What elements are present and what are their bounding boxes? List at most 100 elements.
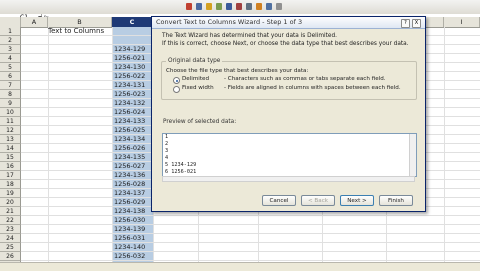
dialog-title: Convert Text to Columns Wizard - Step 1 … xyxy=(156,18,303,26)
back-button[interactable]: < Back xyxy=(301,195,335,206)
toolbar-icon-7[interactable] xyxy=(246,3,252,10)
row-header[interactable]: 9 xyxy=(0,99,21,108)
next-button[interactable]: Next > xyxy=(340,195,374,206)
radio-fixed-width[interactable] xyxy=(173,86,180,93)
row-header[interactable]: 18 xyxy=(0,180,21,189)
row-header[interactable]: 4 xyxy=(0,54,21,63)
corner-select-all[interactable] xyxy=(0,17,21,27)
row-header[interactable]: 19 xyxy=(0,189,21,198)
row-header[interactable]: 24 xyxy=(0,234,21,243)
data-preview[interactable]: 1 2 3 4 5 1234-129 6 1256-021 xyxy=(162,133,417,177)
column-c-cell[interactable]: 1234-140 xyxy=(112,243,153,252)
gridline xyxy=(48,27,49,270)
column-c-cell[interactable]: 1234-139 xyxy=(112,225,153,234)
preview-line: 2 xyxy=(165,141,169,147)
column-header-a[interactable]: A xyxy=(21,17,48,27)
preview-line: 4 xyxy=(165,155,169,161)
row-header[interactable]: 21 xyxy=(0,207,21,216)
column-c-cell[interactable]: 1256-022 xyxy=(112,72,153,81)
row-header[interactable]: 1 xyxy=(0,27,21,36)
intro-line-2: If this is correct, choose Next, or choo… xyxy=(162,41,409,47)
column-c-cell[interactable]: 1256-029 xyxy=(112,198,153,207)
preview-label: Preview of selected data: xyxy=(163,119,237,125)
cancel-button[interactable]: Cancel xyxy=(262,195,296,206)
row-header[interactable]: 13 xyxy=(0,135,21,144)
row-header[interactable]: 8 xyxy=(0,90,21,99)
preview-line: 5 1234-129 xyxy=(165,162,197,168)
option-delimited-label[interactable]: Delimited xyxy=(182,76,209,83)
gridline xyxy=(21,260,480,261)
row-header[interactable]: 20 xyxy=(0,198,21,207)
toolbar-icon-9[interactable] xyxy=(266,3,272,10)
gridline xyxy=(21,242,480,243)
toolbar-icon-5[interactable] xyxy=(226,3,232,10)
column-c-cell[interactable]: 1234-133 xyxy=(112,117,153,126)
column-c-cell[interactable]: 1256-025 xyxy=(112,126,153,135)
row-header[interactable]: 14 xyxy=(0,144,21,153)
gridline xyxy=(21,215,480,216)
gridline xyxy=(21,224,480,225)
column-c-cell[interactable]: 1234-137 xyxy=(112,189,153,198)
dialog-titlebar[interactable]: Convert Text to Columns Wizard - Step 1 … xyxy=(152,17,425,29)
row-header[interactable]: 12 xyxy=(0,126,21,135)
preview-line: 1 xyxy=(165,134,169,140)
column-c-cell[interactable]: 1256-030 xyxy=(112,216,153,225)
intro-line-1: The Text Wizard has determined that your… xyxy=(162,33,338,39)
preview-line: 6 1256-021 xyxy=(165,169,197,175)
cell-b1[interactable]: Text to Columns xyxy=(48,27,104,36)
column-c-cell[interactable]: 1256-031 xyxy=(112,234,153,243)
row-header[interactable]: 6 xyxy=(0,72,21,81)
row-header[interactable]: 25 xyxy=(0,243,21,252)
option-delimited-desc: - Characters such as commas or tabs sepa… xyxy=(224,76,386,82)
gridline xyxy=(21,251,480,252)
toolbar-icon-4[interactable] xyxy=(216,3,222,10)
toolbar-icon-2[interactable] xyxy=(196,3,202,10)
gridline xyxy=(21,233,480,234)
column-header-b[interactable]: B xyxy=(48,17,112,27)
row-header[interactable]: 11 xyxy=(0,117,21,126)
toolbar-icon-6[interactable] xyxy=(236,3,242,10)
radio-delimited[interactable] xyxy=(173,77,180,84)
column-header-c[interactable]: C xyxy=(112,17,153,27)
option-fixed-label[interactable]: Fixed width xyxy=(182,85,214,92)
column-c-cell[interactable]: 1234-136 xyxy=(112,171,153,180)
finish-button[interactable]: Finish xyxy=(379,195,413,206)
column-c-cell[interactable]: 1234-134 xyxy=(112,135,153,144)
column-c-cell[interactable]: 1234-132 xyxy=(112,99,153,108)
toolbar xyxy=(0,0,480,15)
column-c-cell[interactable]: 1256-026 xyxy=(112,144,153,153)
row-header[interactable]: 2 xyxy=(0,36,21,45)
toolbar-icon-8[interactable] xyxy=(256,3,262,10)
toolbar-icon-10[interactable] xyxy=(276,3,282,10)
preview-horizontal-scrollbar[interactable] xyxy=(162,176,415,182)
column-c-cell[interactable]: 1234-131 xyxy=(112,81,153,90)
row-header[interactable]: 3 xyxy=(0,45,21,54)
row-header[interactable]: 15 xyxy=(0,153,21,162)
column-c-cell[interactable]: 1256-023 xyxy=(112,90,153,99)
help-button[interactable]: ? xyxy=(401,19,410,28)
column-c-cell[interactable]: 1234-129 xyxy=(112,45,153,54)
row-header[interactable]: 16 xyxy=(0,162,21,171)
row-header[interactable]: 7 xyxy=(0,81,21,90)
column-c-cell[interactable]: 1234-135 xyxy=(112,153,153,162)
column-c-cell[interactable]: 1256-024 xyxy=(112,108,153,117)
column-c-cell[interactable]: 1256-032 xyxy=(112,252,153,261)
row-header[interactable]: 10 xyxy=(0,108,21,117)
preview-line: 3 xyxy=(165,148,169,154)
column-c-cell[interactable]: 1234-138 xyxy=(112,207,153,216)
group-prompt: Choose the file type that best describes… xyxy=(166,68,309,74)
preview-vertical-scrollbar[interactable] xyxy=(409,134,416,176)
toolbar-icon-1[interactable] xyxy=(186,3,192,10)
close-button[interactable]: X xyxy=(412,19,421,28)
toolbar-icon-3[interactable] xyxy=(206,3,212,10)
row-header[interactable]: 23 xyxy=(0,225,21,234)
column-c-cell[interactable]: 1256-021 xyxy=(112,54,153,63)
row-header[interactable]: 17 xyxy=(0,171,21,180)
row-header[interactable]: 22 xyxy=(0,216,21,225)
column-c-cell[interactable]: 1256-028 xyxy=(112,180,153,189)
row-header[interactable]: 5 xyxy=(0,63,21,72)
row-header[interactable]: 26 xyxy=(0,252,21,261)
column-c-cell[interactable]: 1256-027 xyxy=(112,162,153,171)
column-header-i[interactable]: I xyxy=(444,17,480,27)
column-c-cell[interactable]: 1234-130 xyxy=(112,63,153,72)
